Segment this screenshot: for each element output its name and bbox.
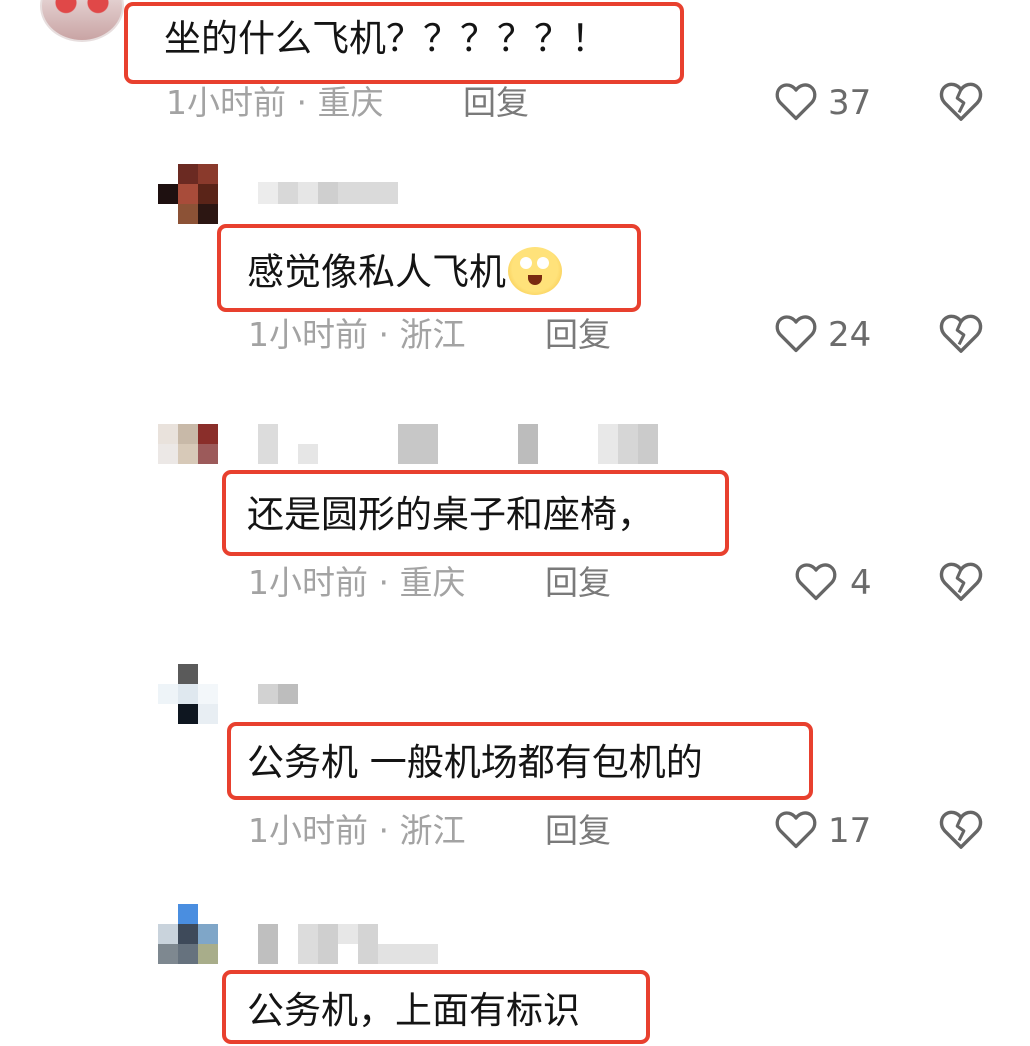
heart-outline-icon[interactable] [794,560,838,602]
comment-text: 公务机，上面有标识 [247,989,580,1032]
like-count: 24 [828,315,872,355]
comment-meta: 1小时前 · 浙江 [248,811,466,850]
broken-heart-icon[interactable] [938,80,984,122]
comment-text: 感觉像私人飞机 [247,247,562,298]
reply-button[interactable]: 回复 [463,86,529,119]
username-mosaic[interactable] [258,924,438,964]
username-mosaic[interactable] [258,424,658,464]
comment-text: 坐的什么飞机？？？？？！ [164,17,608,60]
comment-meta: 1小时前 · 重庆 [248,563,466,602]
like-count: 17 [828,811,872,851]
heart-outline-icon[interactable] [774,808,818,850]
reply-button[interactable]: 回复 [545,318,611,351]
broken-heart-icon[interactable] [938,560,984,602]
avatar[interactable] [158,904,218,964]
avatar[interactable] [40,0,124,42]
like-count: 4 [850,563,872,603]
broken-heart-icon[interactable] [938,312,984,354]
avatar[interactable] [158,664,218,724]
like-count: 37 [828,83,872,123]
username-mosaic[interactable] [258,684,298,704]
comment-meta: 1小时前 · 浙江 [248,315,466,354]
heart-outline-icon[interactable] [774,80,818,122]
broken-heart-icon[interactable] [938,808,984,850]
avatar[interactable] [158,424,218,464]
comment-meta: 1小时前 · 重庆 [166,83,384,122]
comment-text: 公务机 一般机场都有包机的 [247,741,703,784]
username-mosaic[interactable] [258,182,398,204]
crying-laughing-emoji-icon [508,247,562,295]
heart-outline-icon[interactable] [774,312,818,354]
avatar[interactable] [158,164,218,224]
comment-text: 还是圆形的桌子和座椅， [247,493,654,536]
comment-text-content: 感觉像私人飞机 [247,250,506,294]
reply-button[interactable]: 回复 [545,566,611,599]
reply-button[interactable]: 回复 [545,814,611,847]
